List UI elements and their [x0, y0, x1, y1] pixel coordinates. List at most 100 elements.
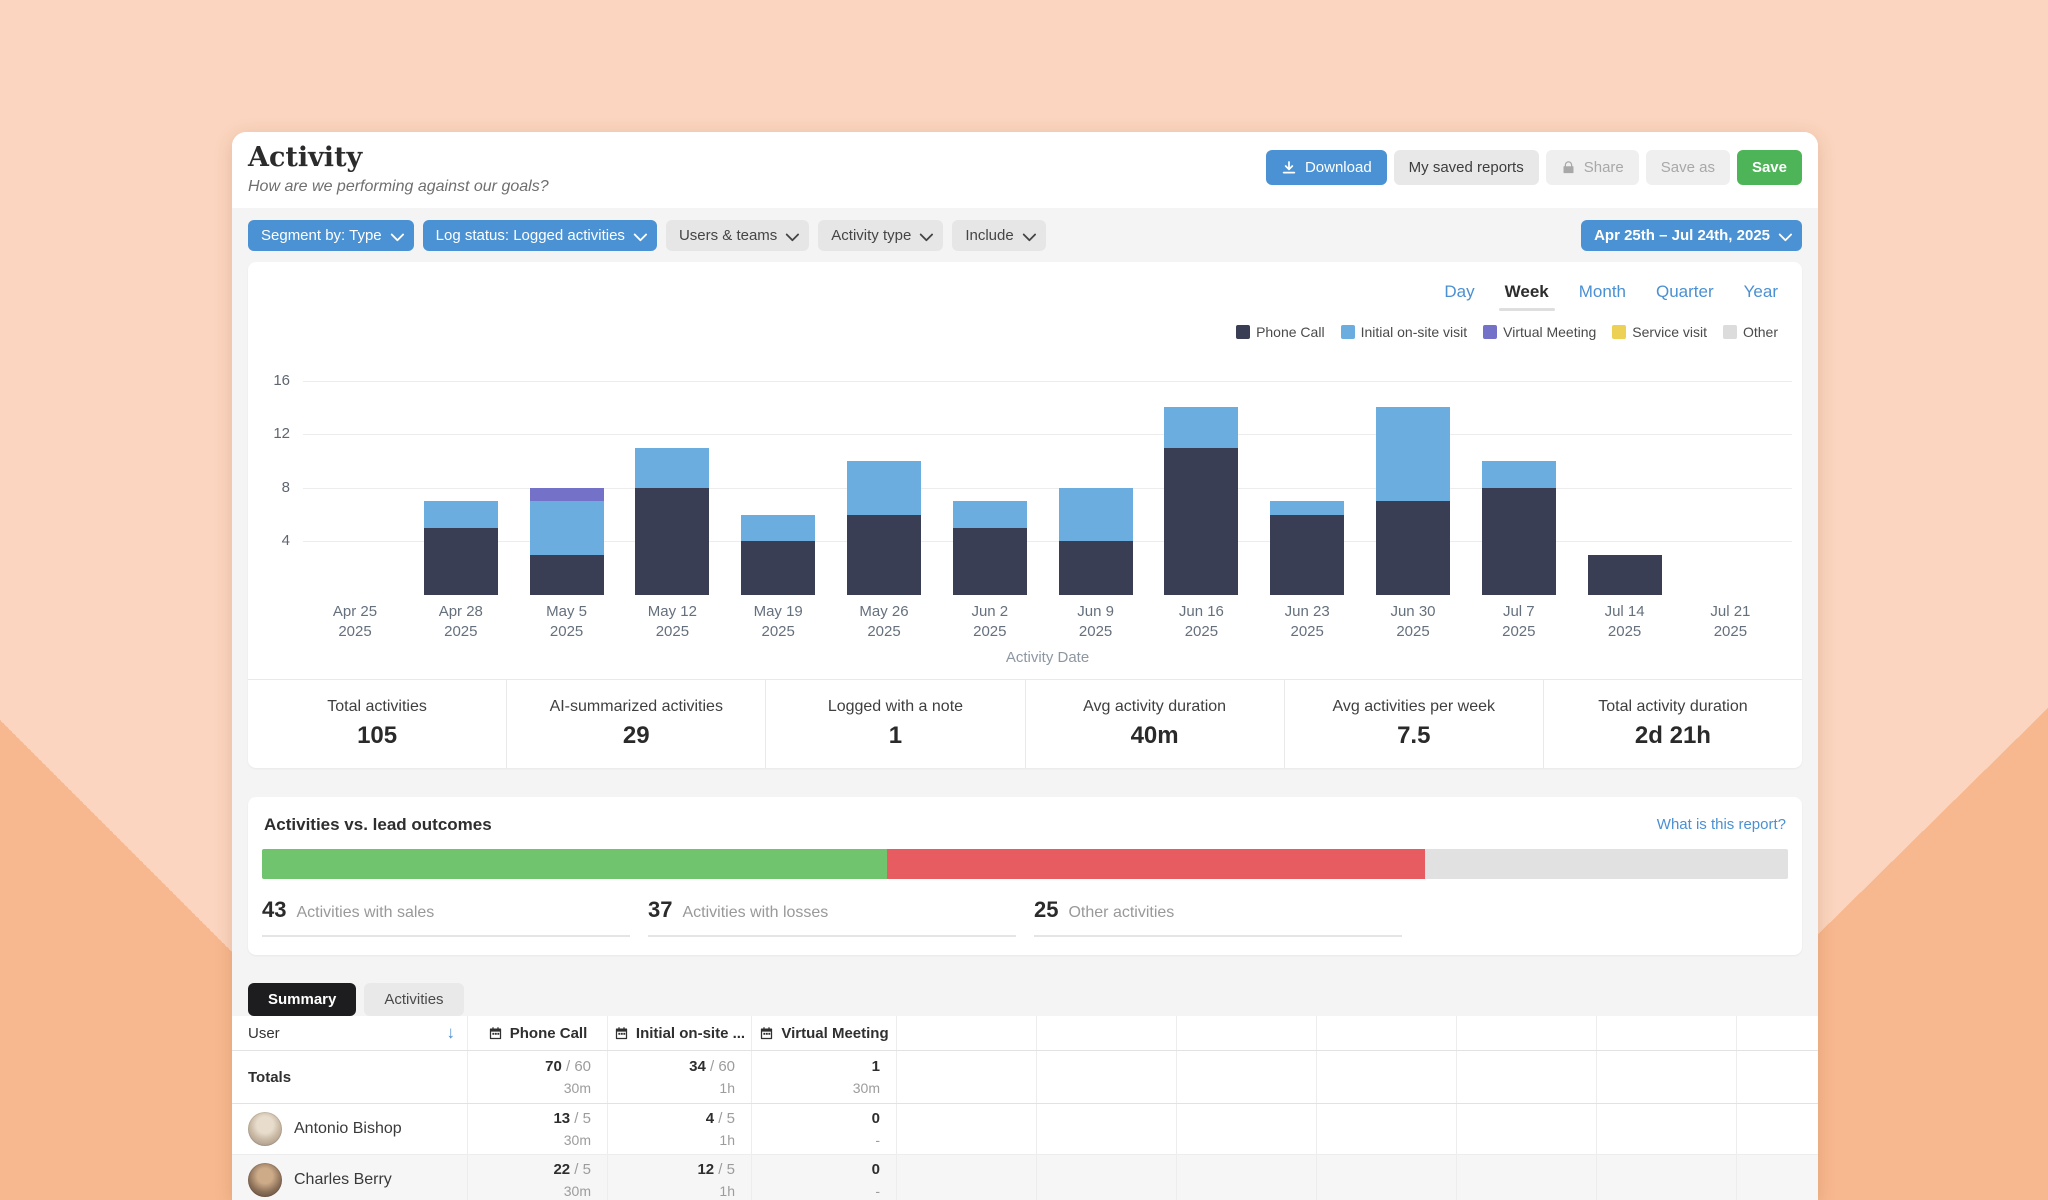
metric-duration: -: [872, 1130, 880, 1150]
bar-jun-2[interactable]: [953, 501, 1027, 595]
outcomes-stat-label: Activities with losses: [682, 904, 828, 922]
x-axis-label: Jun 22025: [937, 602, 1043, 643]
metric-values: 12 / 51h: [697, 1159, 735, 1200]
empty-column-header: [1036, 1016, 1176, 1050]
column-header-label: Phone Call: [510, 1025, 588, 1042]
metric-cell: 12 / 51h: [607, 1155, 751, 1200]
x-axis-label: Jun 232025: [1254, 602, 1360, 643]
x-axis-label: May 192025: [725, 602, 831, 643]
column-header-phone-call[interactable]: Phone Call: [467, 1016, 607, 1050]
legend-swatch: [1723, 325, 1737, 339]
column-header-user[interactable]: User↓: [232, 1016, 467, 1050]
metric-count: 0: [872, 1110, 880, 1127]
bar-segment: [530, 501, 604, 555]
download-label: Download: [1305, 159, 1372, 176]
bar-segment: [1482, 488, 1556, 595]
save-button[interactable]: Save: [1737, 150, 1802, 185]
gridline: [303, 488, 1792, 489]
table-tab-summary[interactable]: Summary: [248, 983, 356, 1016]
column-header-initial-on-site-[interactable]: Initial on-site ...: [607, 1016, 751, 1050]
x-axis-label: Jul 212025: [1677, 602, 1783, 643]
filter-chip[interactable]: Log status: Logged activities: [423, 220, 657, 251]
filter-chip[interactable]: Activity type: [818, 220, 943, 251]
my-saved-reports-button[interactable]: My saved reports: [1394, 150, 1539, 185]
bar-may-12[interactable]: [635, 448, 709, 595]
lock-icon: [1561, 160, 1576, 175]
metric-count: 12: [697, 1161, 714, 1178]
stat-value: 29: [623, 722, 650, 750]
metric-top-line: 0: [872, 1108, 880, 1130]
stat-cell: AI-summarized activities29: [506, 680, 765, 768]
share-button[interactable]: Share: [1546, 150, 1639, 185]
granularity-tab-quarter[interactable]: Quarter: [1656, 282, 1714, 311]
bar-apr-28[interactable]: [424, 501, 498, 595]
bar-jul-7[interactable]: [1482, 461, 1556, 595]
empty-cell: [1176, 1155, 1316, 1200]
bar-jun-9[interactable]: [1059, 488, 1133, 595]
filter-chip-label: Users & teams: [679, 227, 777, 244]
column-header-label: Initial on-site ...: [636, 1025, 745, 1042]
outcomes-stat-value: 25: [1034, 897, 1058, 923]
filter-chip[interactable]: Users & teams: [666, 220, 809, 251]
empty-column-header: [896, 1016, 1036, 1050]
filter-chip[interactable]: Include: [952, 220, 1045, 251]
granularity-tab-month[interactable]: Month: [1579, 282, 1626, 311]
totals-label: Totals: [248, 1069, 291, 1086]
x-axis-label: Jul 142025: [1572, 602, 1678, 643]
bar-jun-16[interactable]: [1164, 407, 1238, 595]
bar-segment: [1059, 541, 1133, 595]
metric-goal: / 5: [570, 1110, 591, 1127]
legend-item: Service visit: [1612, 324, 1707, 340]
user-cell[interactable]: Charles Berry: [232, 1155, 467, 1200]
bar-may-26[interactable]: [847, 461, 921, 595]
save-as-button[interactable]: Save as: [1646, 150, 1730, 185]
bar-jun-23[interactable]: [1270, 501, 1344, 595]
x-axis-label-year: 2025: [1360, 622, 1466, 642]
metric-top-line: 0: [872, 1159, 880, 1181]
summary-stats-row: Total activities105AI-summarized activit…: [248, 679, 1802, 768]
chevron-down-icon: [786, 227, 800, 241]
bar-segment: [953, 528, 1027, 595]
empty-column-header: [1596, 1016, 1736, 1050]
outcomes-stat-value: 43: [262, 897, 286, 923]
filter-chip-label: Segment by: Type: [261, 227, 382, 244]
table-tab-activities[interactable]: Activities: [364, 983, 463, 1016]
metric-cell: 130m: [751, 1051, 896, 1103]
bar-segment: [635, 448, 709, 488]
calendar-icon: [488, 1026, 503, 1041]
granularity-tab-day[interactable]: Day: [1444, 282, 1474, 311]
what-is-this-report-link[interactable]: What is this report?: [1657, 816, 1786, 833]
metric-duration: 1h: [689, 1078, 735, 1098]
x-axis-label: Apr 252025: [302, 602, 408, 643]
bar-jun-30[interactable]: [1376, 407, 1450, 595]
granularity-tab-year[interactable]: Year: [1744, 282, 1778, 311]
bar-jul-14[interactable]: [1588, 555, 1662, 595]
outcomes-stat-label: Other activities: [1068, 904, 1174, 922]
empty-cell: [1736, 1104, 1818, 1154]
column-header-virtual-meeting[interactable]: Virtual Meeting: [751, 1016, 896, 1050]
legend-label: Phone Call: [1256, 324, 1325, 340]
bar-may-5[interactable]: [530, 488, 604, 595]
my-saved-reports-label: My saved reports: [1409, 159, 1524, 176]
column-header-label: Virtual Meeting: [781, 1025, 888, 1042]
bar-may-19[interactable]: [741, 515, 815, 595]
download-button[interactable]: Download: [1266, 150, 1387, 185]
filter-chip[interactable]: Segment by: Type: [248, 220, 414, 251]
filter-chip-row: Segment by: Type Log status: Logged activ…: [248, 220, 1802, 251]
empty-cell: [1036, 1051, 1176, 1103]
empty-cell: [896, 1155, 1036, 1200]
granularity-tab-week[interactable]: Week: [1505, 282, 1549, 311]
empty-cell: [1736, 1051, 1818, 1103]
bar-segment: [1482, 461, 1556, 488]
empty-cell: [1736, 1155, 1818, 1200]
bar-segment: [1588, 555, 1662, 595]
date-range-selector[interactable]: Apr 25th – Jul 24th, 2025: [1581, 220, 1802, 251]
filter-chip-label: Log status: Logged activities: [436, 227, 625, 244]
lead-outcomes-title: Activities vs. lead outcomes: [264, 815, 492, 835]
x-axis-label: May 122025: [619, 602, 725, 643]
user-cell[interactable]: Antonio Bishop: [232, 1104, 467, 1154]
empty-cell: [1456, 1104, 1596, 1154]
stat-label: Total activity duration: [1598, 698, 1747, 716]
x-axis-label-year: 2025: [1148, 622, 1254, 642]
metric-count: 22: [553, 1161, 570, 1178]
